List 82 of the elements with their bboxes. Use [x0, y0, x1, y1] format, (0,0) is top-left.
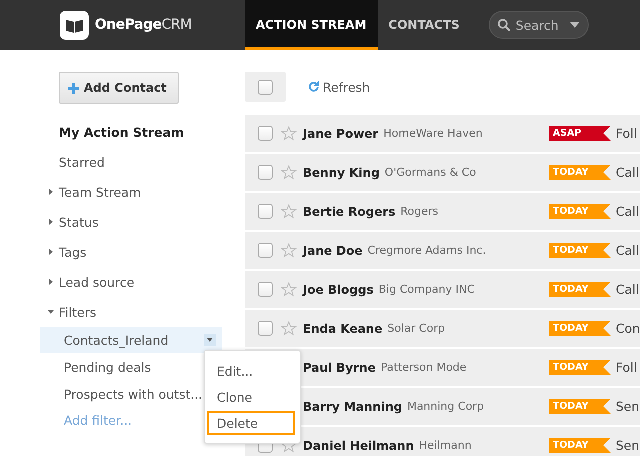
action-row[interactable]: Jane Doe Cregmore Adams Inc. TODAY Call [245, 232, 640, 269]
company-name: Big Company INC [378, 283, 475, 296]
company-name: Heilmann [419, 439, 472, 452]
sidebar-item[interactable]: Tags [40, 237, 245, 267]
star-icon[interactable] [281, 242, 297, 258]
company-name: O'Gormans & Co [384, 166, 476, 179]
star-icon[interactable] [281, 320, 297, 336]
contact-name: Benny King [303, 166, 380, 180]
action-row[interactable]: Enda Keane Solar Corp TODAY Con [245, 310, 640, 347]
add-contact-button[interactable]: Add Contact [59, 72, 179, 104]
due-tag: TODAY [549, 321, 611, 336]
sidebar-item[interactable]: Team Stream [40, 177, 245, 207]
select-all-button[interactable] [245, 72, 286, 102]
due-tag: TODAY [549, 165, 611, 180]
row-checkbox[interactable] [258, 321, 273, 336]
sidebar-item[interactable]: Lead source [40, 267, 245, 297]
refresh-icon [308, 81, 320, 93]
nav-tab[interactable]: ACTION STREAM [245, 0, 378, 50]
company-name: HomeWare Haven [384, 127, 483, 140]
logo-text: OnePageCRM [95, 17, 192, 33]
caret-icon [48, 249, 54, 255]
due-tag: ASAP [549, 126, 611, 141]
action-row[interactable]: Daniel Heilmann Heilmann TODAY Sen [245, 427, 640, 456]
action-text: Call [616, 165, 640, 180]
sidebar-item[interactable]: Starred [40, 147, 245, 177]
company-name: Manning Corp [407, 400, 484, 413]
contact-name: Jane Power [303, 126, 379, 140]
row-checkbox[interactable] [258, 243, 273, 258]
action-row[interactable]: Jane Power HomeWare Haven ASAP Foll [245, 115, 640, 152]
caret-icon [48, 219, 54, 225]
caret-icon [48, 309, 54, 315]
due-tag: TODAY [549, 282, 611, 297]
row-checkbox[interactable] [258, 282, 273, 297]
row-checkbox[interactable] [258, 204, 273, 219]
action-text: Sen [616, 399, 640, 414]
star-icon[interactable] [281, 204, 297, 220]
action-text: Call [616, 243, 640, 258]
star-icon[interactable] [281, 164, 297, 180]
contact-name: Bertie Rogers [303, 204, 396, 218]
action-text: Call [616, 204, 640, 219]
contact-name: Jane Doe [303, 244, 363, 258]
search-field[interactable]: Search [488, 11, 589, 39]
sidebar-item[interactable]: My Action Stream [40, 117, 245, 147]
contact-name: Enda Keane [303, 322, 383, 336]
contact-name: Joe Bloggs [303, 282, 374, 296]
filter-item[interactable]: Contacts_Ireland [40, 327, 222, 353]
action-text: Call [616, 282, 640, 297]
dropdown-icon[interactable] [204, 334, 216, 346]
contact-name: Paul Byrne [303, 360, 376, 374]
due-tag: TODAY [549, 360, 611, 375]
action-row[interactable]: Bertie Rogers Rogers TODAY Call [245, 193, 640, 230]
plus-icon [68, 82, 79, 94]
company-name: Rogers [400, 205, 439, 218]
row-checkbox[interactable] [258, 165, 273, 180]
nav-tab[interactable]: CONTACTS [378, 0, 471, 50]
due-tag: TODAY [549, 438, 611, 453]
company-name: Patterson Mode [380, 361, 467, 374]
action-text: Con [616, 321, 640, 336]
sidebar-item[interactable]: Filters [40, 297, 245, 327]
star-icon[interactable] [281, 282, 297, 298]
company-name: Cregmore Adams Inc. [368, 244, 486, 257]
row-checkbox[interactable] [258, 126, 273, 141]
sidebar-item[interactable]: Status [40, 207, 245, 237]
refresh-button[interactable]: Refresh [308, 80, 370, 94]
due-tag: TODAY [549, 399, 611, 414]
contact-name: Barry Manning [303, 400, 402, 414]
caret-icon [48, 279, 54, 285]
action-text: Foll [616, 360, 638, 375]
due-tag: TODAY [549, 204, 611, 219]
company-name: Solar Corp [388, 322, 446, 335]
star-icon[interactable] [281, 126, 297, 142]
menu-item[interactable]: Delete [207, 411, 295, 435]
action-text: Sen [616, 438, 640, 453]
dropdown-icon [570, 22, 580, 28]
contact-name: Daniel Heilmann [303, 438, 414, 452]
action-row[interactable]: Benny King O'Gormans & Co TODAY Call [245, 154, 640, 191]
due-tag: TODAY [549, 243, 611, 258]
search-icon [498, 18, 511, 32]
action-text: Foll [616, 126, 638, 141]
logo-icon [60, 10, 89, 40]
action-row[interactable]: Joe Bloggs Big Company INC TODAY Call [245, 271, 640, 308]
caret-icon [48, 189, 54, 195]
